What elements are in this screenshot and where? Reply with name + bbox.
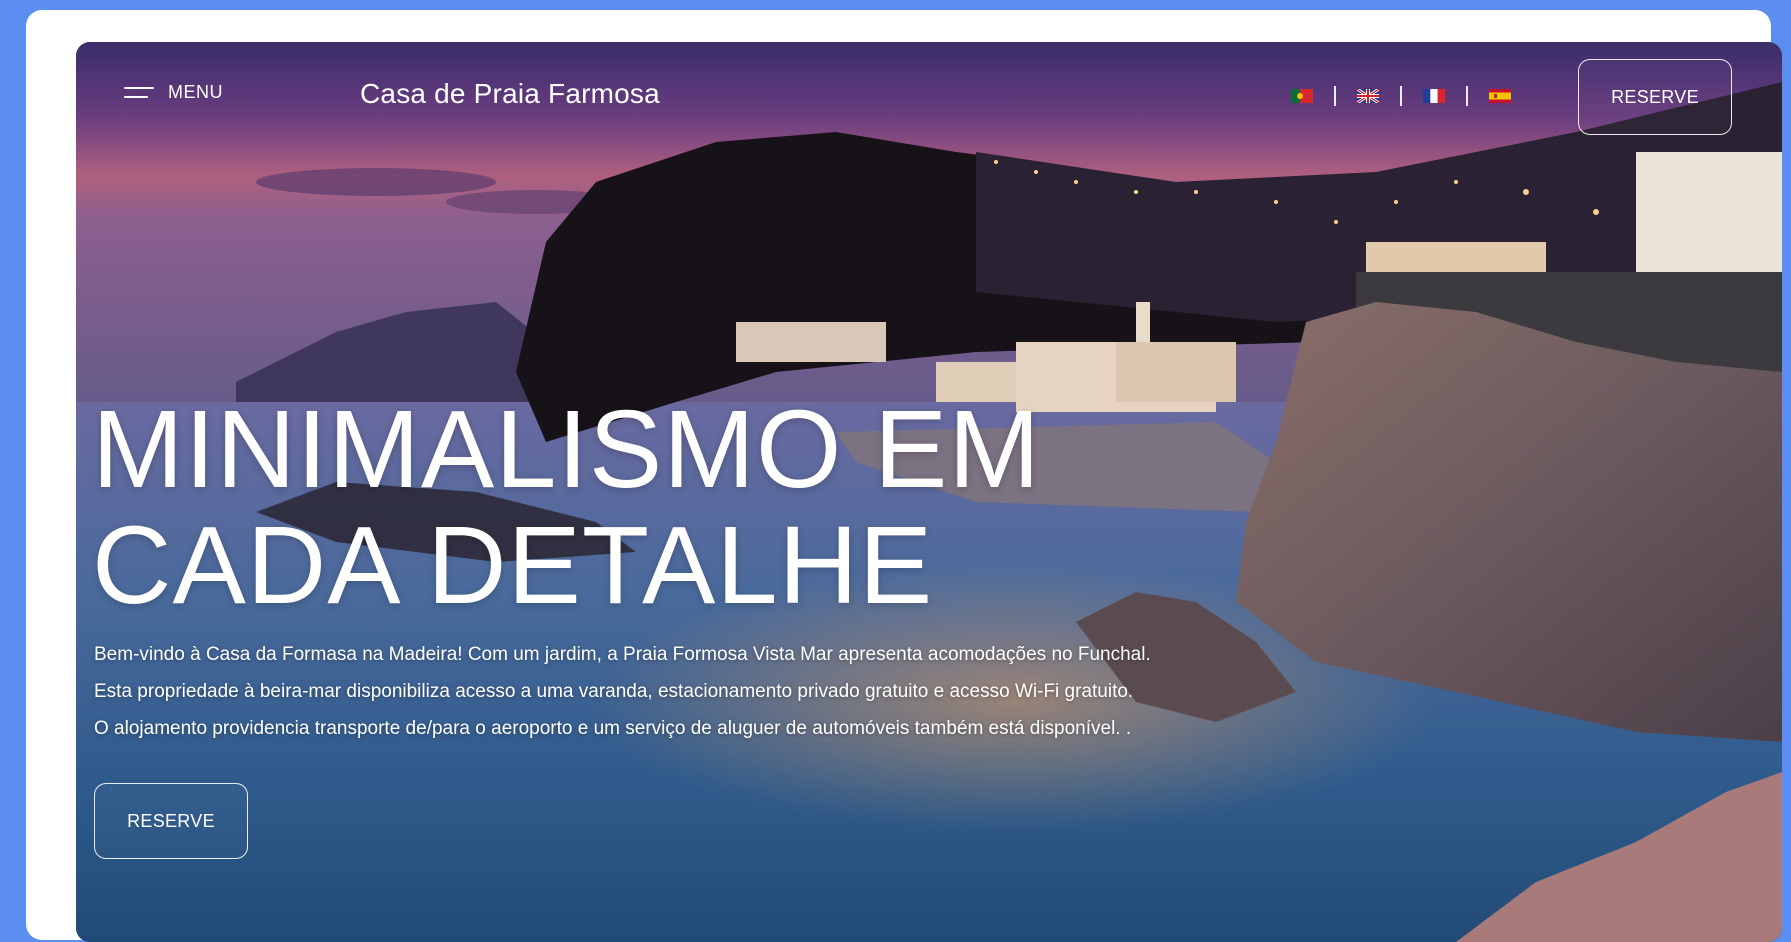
hero-intro-line: O alojamento providencia transporte de/p… xyxy=(94,718,1132,739)
language-separator xyxy=(1400,86,1402,106)
france-flag-icon xyxy=(1423,89,1445,103)
hero-headline-line-2: CADA DETALHE xyxy=(92,504,934,627)
hamburger-icon xyxy=(124,85,154,101)
hero-intro-line: Esta propriedade à beira-mar disponibili… xyxy=(94,681,1134,702)
portugal-flag-icon xyxy=(1291,89,1313,103)
language-pt[interactable] xyxy=(1290,87,1314,105)
language-fr[interactable] xyxy=(1422,87,1446,105)
language-separator xyxy=(1466,86,1468,106)
reserve-button-header[interactable]: RESERVE xyxy=(1578,59,1732,135)
language-es[interactable] xyxy=(1488,87,1512,105)
menu-label: MENU xyxy=(168,82,223,102)
hero-section: MENU Casa de Praia Farmosa RESERVE MINIM… xyxy=(76,42,1782,942)
language-switcher xyxy=(1290,86,1512,106)
uk-flag-icon xyxy=(1357,89,1379,103)
page-frame: MENU Casa de Praia Farmosa RESERVE MINIM… xyxy=(26,10,1782,942)
hero-headline-line-1: MINIMALISMO EM xyxy=(92,388,1042,511)
menu-button[interactable]: MENU xyxy=(124,82,223,103)
language-separator xyxy=(1334,86,1336,106)
hero-intro-line: Bem-vindo à Casa da Formasa na Madeira! … xyxy=(94,644,1151,665)
brand-name[interactable]: Casa de Praia Farmosa xyxy=(360,78,660,110)
hero-intro: Bem-vindo à Casa da Formasa na Madeira! … xyxy=(94,636,1151,747)
language-en[interactable] xyxy=(1356,87,1380,105)
spain-flag-icon xyxy=(1489,89,1511,103)
reserve-button-hero[interactable]: RESERVE xyxy=(94,783,248,859)
hero-headline: MINIMALISMO EM CADA DETALHE xyxy=(92,392,1041,624)
